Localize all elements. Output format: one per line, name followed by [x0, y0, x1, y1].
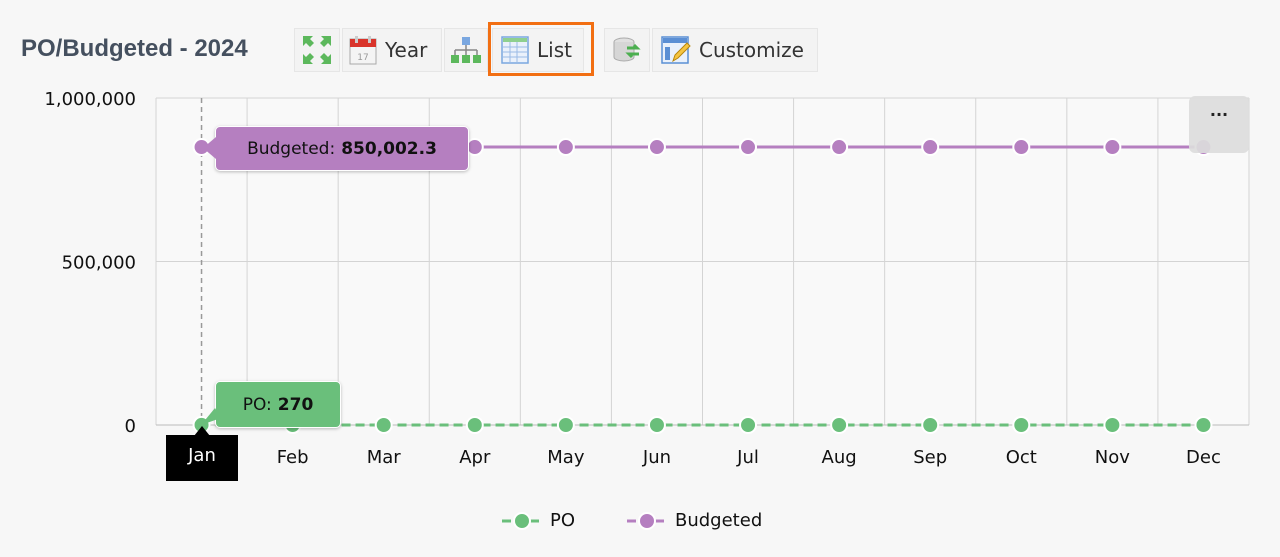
po-data-point: [647, 416, 666, 434]
y-tick-label: 0: [125, 416, 136, 437]
po-data-point: [1012, 416, 1031, 434]
po-tooltip: PO: 270: [215, 381, 341, 428]
x-tick-label: Jul: [736, 447, 759, 468]
po-tooltip-value: 270: [277, 394, 314, 415]
x-tick-label: Oct: [1006, 447, 1037, 468]
po-legend-marker: [502, 511, 542, 530]
po-data-point: [556, 416, 575, 434]
y-tick-label: 1,000,000: [44, 89, 136, 110]
budgeted-data-point: [830, 138, 849, 157]
po-data-point: [1194, 416, 1213, 434]
x-tick-label: Feb: [277, 447, 309, 468]
x-tick-label: Nov: [1095, 447, 1130, 468]
budgeted-data-point: [1103, 138, 1122, 157]
x-axis-hover-label: Jan: [166, 435, 238, 481]
legend-label-po: PO: [550, 510, 576, 531]
po-data-point: [739, 416, 758, 434]
budgeted-tooltip-value: 850,002.3: [341, 138, 437, 159]
po-data-point: [374, 416, 393, 434]
legend-item-po[interactable]: PO: [500, 510, 575, 531]
budgeted-legend-marker: [627, 511, 667, 530]
x-tick-label: Jun: [642, 447, 671, 468]
budgeted-data-point: [465, 138, 484, 157]
x-tick-label: Mar: [367, 447, 402, 468]
x-tick-label: Apr: [459, 447, 491, 468]
budgeted-tooltip: Budgeted: 850,002.3: [215, 126, 469, 171]
x-tick-label: Sep: [913, 447, 947, 468]
legend-label-budgeted: Budgeted: [675, 510, 763, 531]
x-tick-label: Aug: [822, 447, 857, 468]
chart-menu-button[interactable]: ...: [1189, 96, 1249, 153]
x-axis-hover-pointer: [194, 426, 210, 436]
budgeted-data-point: [647, 138, 666, 157]
budgeted-tooltip-label: Budgeted:: [247, 138, 336, 159]
budgeted-data-point: [556, 138, 575, 157]
po-data-point: [921, 416, 940, 434]
budgeted-data-point: [1012, 138, 1031, 157]
po-data-point: [465, 416, 484, 434]
x-tick-label: May: [547, 447, 585, 468]
x-tick-label: Dec: [1186, 447, 1221, 468]
budgeted-data-point: [921, 138, 940, 157]
budgeted-data-point: [739, 138, 758, 157]
po-data-point: [1103, 416, 1122, 434]
legend-item-budgeted[interactable]: Budgeted: [625, 510, 762, 531]
po-data-point: [830, 416, 849, 434]
po-tooltip-label: PO:: [242, 394, 272, 415]
y-tick-label: 500,000: [62, 253, 136, 274]
budgeted-tooltip-pointer: [203, 137, 216, 159]
